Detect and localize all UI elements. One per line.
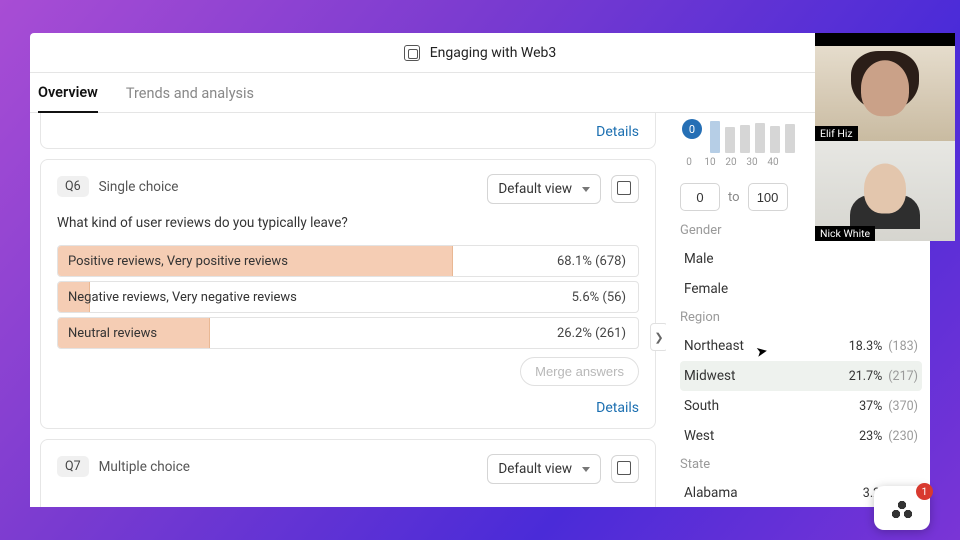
tick: 30 [743,157,761,168]
view-select[interactable]: Default view [487,454,601,484]
bar-label: Neutral reviews [58,326,557,341]
card-prev: Details [40,113,656,149]
app-window: Engaging with Web3 Sh Overview Trends an… [30,33,930,507]
chat-icon [887,493,917,523]
copy-button[interactable] [611,455,639,483]
tab-overview[interactable]: Overview [38,74,98,113]
expand-chevron[interactable]: ❯ [650,323,666,351]
video-call-overlay: Elif Hiz Nick White [815,33,955,241]
q-type-label: Multiple choice [99,459,190,475]
q-type-label: Single choice [99,179,179,195]
page-title: Engaging with Web3 [430,45,557,61]
question-card-q7: Q7 Multiple choice Default view [40,439,656,507]
doc-icon [404,45,420,61]
tick: 40 [764,157,782,168]
tick: 10 [701,157,719,168]
filter-item-female[interactable]: Female [680,274,922,304]
filter-label: West [684,428,714,444]
hist-bars [710,121,795,153]
hist-bar [740,125,750,153]
filter-label: Male [684,251,714,267]
body: Details Q6 Single choice Default view Wh… [30,113,930,507]
chevron-right-icon: ❯ [654,331,663,344]
tabs: Overview Trends and analysis [30,73,930,113]
video-top-bar [815,33,955,46]
q7-controls: Default view [487,454,639,484]
participant-name: Elif Hiz [815,126,858,141]
notification-badge: 1 [916,483,933,500]
filter-label: Northeast [684,338,744,354]
hist-ticks: 0 10 20 30 40 [680,157,782,168]
bar-row[interactable]: Neutral reviews 26.2% (261) [57,317,639,349]
filter-item-midwest[interactable]: Midwest 21.7%(217) [680,361,922,391]
filter-label: South [684,398,719,414]
bar-row[interactable]: Positive reviews, Very positive reviews … [57,245,639,277]
q-num-badge: Q7 [57,456,89,477]
header: Engaging with Web3 Sh [30,33,930,73]
copy-icon [619,463,631,475]
filter-item-northeast[interactable]: Northeast 18.3%(183) [680,331,922,361]
details-link[interactable]: Details [596,124,639,140]
hist-bar [725,127,735,153]
filter-label: Alabama [684,485,738,501]
filter-item-south[interactable]: South 37%(370) [680,391,922,421]
copy-button[interactable] [611,175,639,203]
bar-label: Positive reviews, Very positive reviews [58,254,557,269]
range-to-label: to [728,190,740,205]
question-card-q6: Q6 Single choice Default view What kind … [40,159,656,429]
tick: 0 [680,157,698,168]
filter-item-west[interactable]: West 23%(230) [680,421,922,451]
cursor-icon: ➤ [755,343,769,361]
q6-question: What kind of user reviews do you typical… [57,215,639,231]
participant-name: Nick White [815,226,875,241]
filter-head-region: Region [680,310,922,325]
q6-bars: Positive reviews, Very positive reviews … [57,245,639,349]
chat-widget[interactable]: 1 [874,486,930,530]
hist-bar [755,123,765,153]
merge-answers-button[interactable]: Merge answers [520,357,639,386]
hist-bar [785,124,795,153]
tab-trends[interactable]: Trends and analysis [126,75,254,112]
range-from-input[interactable] [680,183,720,211]
video-tile[interactable]: Elif Hiz [815,33,955,141]
copy-icon [619,183,631,195]
q6-controls: Default view [487,174,639,204]
bar-value: 5.6% (56) [572,290,638,305]
main-column: Details Q6 Single choice Default view Wh… [30,113,666,507]
avatar-head [861,61,909,117]
tick: 20 [722,157,740,168]
q-num-badge: Q6 [57,176,89,197]
bar-label: Negative reviews, Very negative reviews [58,290,572,305]
filter-item-male[interactable]: Male [680,244,922,274]
view-select[interactable]: Default view [487,174,601,204]
hist-bar [770,126,780,153]
range-to-input[interactable] [748,183,788,211]
bar-value: 68.1% (678) [557,254,638,269]
hist-badge: 0 [682,119,702,139]
avatar-head [864,164,906,214]
filter-label: Female [684,281,728,297]
bar-row[interactable]: Negative reviews, Very negative reviews … [57,281,639,313]
hist-bar [710,121,720,153]
filter-label: Midwest [684,368,735,384]
bar-value: 26.2% (261) [557,326,638,341]
details-link[interactable]: Details [596,400,639,416]
video-tile[interactable]: Nick White [815,141,955,241]
filter-head-state: State [680,457,922,472]
